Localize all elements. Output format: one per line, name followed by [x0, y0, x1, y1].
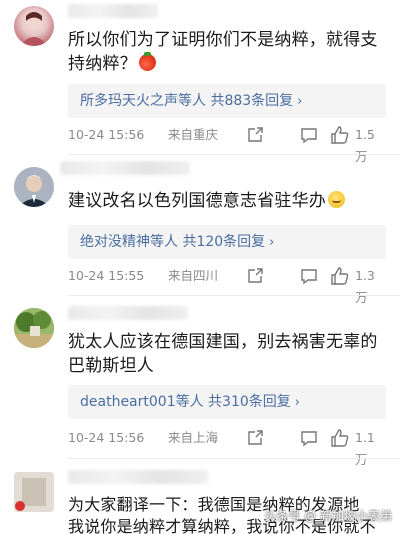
watermark: 头条号 @ 新加坡小表弟	[264, 509, 392, 523]
comment-text-body: 犹太人应该在德国建国，别去祸害无辜的巴勒斯坦人	[68, 332, 378, 376]
share-icon[interactable]	[246, 429, 264, 447]
location: 来自上海	[168, 430, 219, 445]
divider	[68, 458, 400, 459]
timestamp: 10-24 15:56	[68, 430, 145, 445]
username[interactable]	[68, 306, 188, 320]
comment-text-body: 所以你们为了证明你们不是纳粹，就得支持纳粹？	[68, 30, 378, 74]
reply-summary-text: 所多玛天火之声等人 共883条回复	[80, 93, 294, 109]
reply-summary[interactable]: 所多玛天火之声等人 共883条回复 ›	[68, 84, 386, 118]
avatar[interactable]	[14, 6, 54, 46]
divider	[68, 295, 400, 296]
share-icon[interactable]	[246, 126, 264, 144]
thumbs-up-icon[interactable]	[330, 266, 350, 286]
avatar[interactable]	[14, 472, 54, 512]
reply-summary[interactable]: deatheart001等人 共310条回复 ›	[68, 385, 386, 419]
reply-summary-text: deatheart001等人 共310条回复	[80, 394, 291, 410]
comment-text: 建议改名以色列国德意志省驻华办	[68, 189, 386, 213]
avatar[interactable]	[14, 167, 54, 207]
username[interactable]	[60, 161, 190, 175]
location: 来自四川	[168, 268, 219, 283]
timestamp: 10-24 15:56	[68, 127, 145, 142]
divider	[68, 154, 400, 155]
comment-icon[interactable]	[300, 126, 318, 144]
chevron-right-icon: ›	[297, 94, 303, 109]
thumbs-up-icon[interactable]	[330, 428, 350, 448]
comment-icon[interactable]	[300, 267, 318, 285]
username[interactable]	[68, 4, 158, 18]
reply-summary-text: 绝对没精神等人 共120条回复	[80, 234, 266, 250]
reply-summary[interactable]: 绝对没精神等人 共120条回复 ›	[68, 225, 386, 259]
thumbs-up-icon[interactable]	[330, 125, 350, 145]
comment-text-body: 建议改名以色列国德意志省驻华办	[68, 191, 326, 211]
like-count: 1.5万	[355, 127, 375, 164]
timestamp: 10-24 15:55	[68, 268, 145, 283]
comment-meta: 10-24 15:56 来自重庆 1.5万	[68, 124, 386, 164]
comment-meta: 10-24 15:56 来自上海 1.1万	[68, 427, 386, 467]
location: 来自重庆	[168, 127, 219, 142]
share-icon[interactable]	[246, 267, 264, 285]
drooling-emoji-icon	[328, 191, 345, 208]
avatar[interactable]	[14, 308, 54, 348]
comment-icon[interactable]	[300, 429, 318, 447]
like-count: 1.1万	[355, 430, 375, 467]
like-count: 1.3万	[355, 268, 375, 305]
chevron-right-icon: ›	[294, 395, 300, 410]
comment-text: 犹太人应该在德国建国，别去祸害无辜的巴勒斯坦人	[68, 330, 386, 378]
comment-meta: 10-24 15:55 来自四川 1.3万	[68, 265, 386, 305]
tomato-emoji-icon	[138, 52, 156, 71]
comment-text: 所以你们为了证明你们不是纳粹，就得支持纳粹？	[68, 28, 386, 76]
chevron-right-icon: ›	[269, 235, 275, 250]
username[interactable]	[68, 470, 208, 484]
